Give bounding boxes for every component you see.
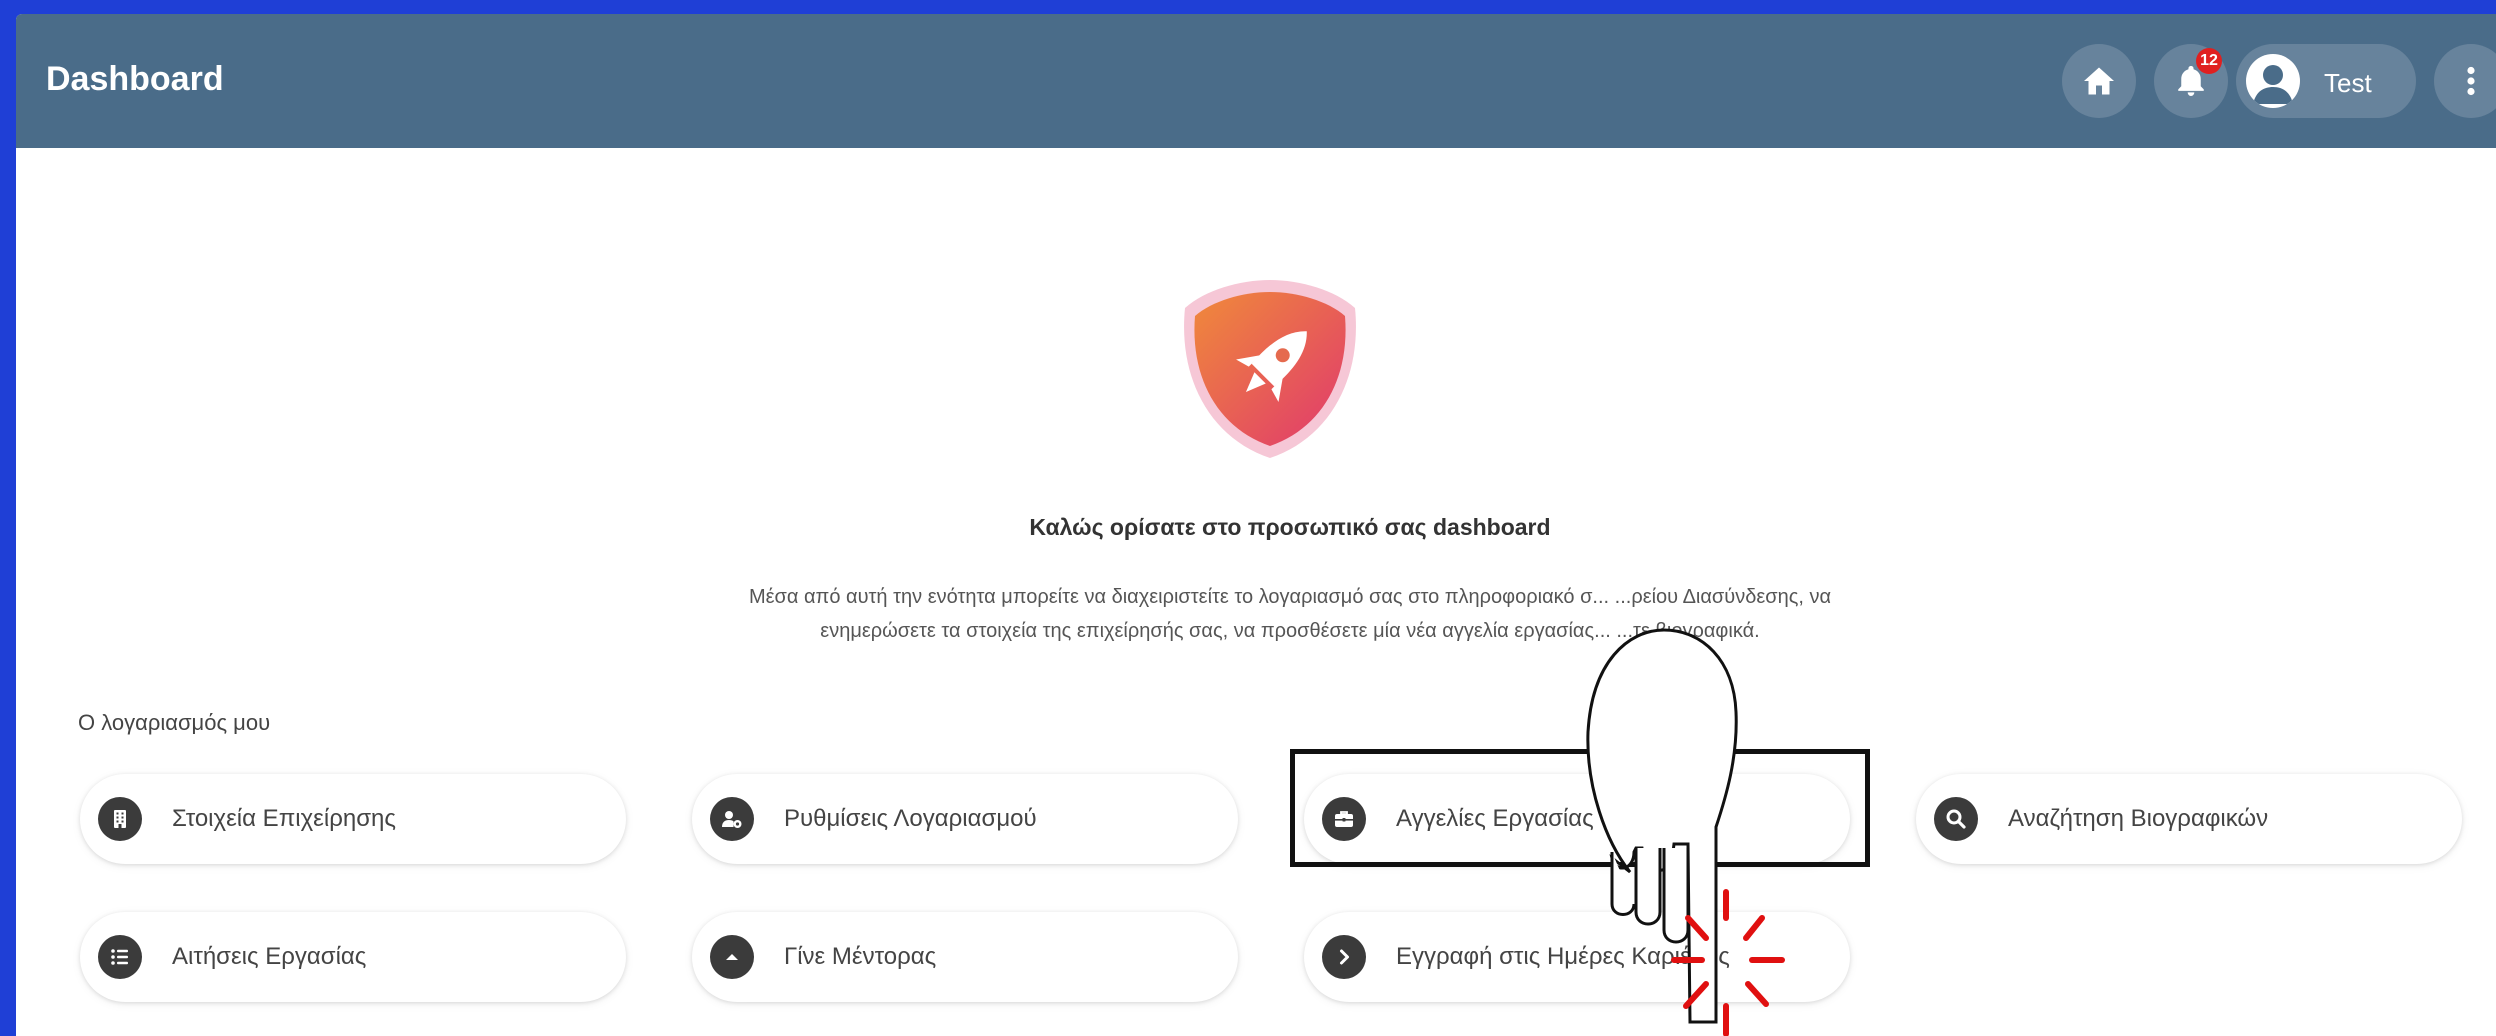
list-icon	[111, 949, 128, 965]
user-icon	[2253, 65, 2293, 104]
welcome-title: Καλώς ορίσατε στο προσωπικό σας dashboar…	[1029, 514, 1551, 540]
user-gear-icon	[722, 811, 742, 828]
tile-label: Γίνε Μέντορας	[784, 943, 937, 970]
chevron-up-icon	[726, 954, 738, 960]
page-title: Dashboard	[46, 60, 224, 98]
home-icon	[2084, 67, 2114, 95]
section-label-my-account: Ο λογαριασμός μου	[78, 710, 271, 735]
chevron-right-icon	[1340, 949, 1349, 965]
notifications-button[interactable]: 12	[2154, 44, 2228, 118]
dashboard-content: Καλώς ορίσατε στο προσωπικό σας dashboar…	[16, 148, 2496, 1036]
notification-badge: 12	[2196, 48, 2222, 74]
tile-business-details[interactable]: Στοιχεία Επιχείρησης	[80, 774, 626, 864]
tile-become-mentor[interactable]: Γίνε Μέντορας	[692, 912, 1238, 1002]
avatar	[2246, 54, 2300, 108]
building-icon	[114, 810, 126, 828]
vertical-dots-icon	[2467, 66, 2475, 96]
tile-label: Αναζήτηση Βιογραφικών	[2008, 805, 2269, 832]
tile-label: Ρυθμίσεις Λογαριασμού	[784, 805, 1037, 832]
welcome-description: Μέσα από αυτή την ενότητα μπορείτε να δι…	[536, 580, 2044, 648]
click-burst-icon	[1671, 889, 1785, 1036]
rocket-shield-icon	[1184, 280, 1356, 458]
home-button[interactable]	[2062, 44, 2136, 118]
more-options-button[interactable]	[2434, 44, 2496, 118]
app-window: Dashboard 12 Test Καλώς ορίσατε στο προσ…	[16, 14, 2496, 1036]
tile-label: Στοιχεία Επιχείρησης	[172, 805, 396, 832]
user-name: Test	[2324, 68, 2372, 98]
header-bar: Dashboard 12 Test	[16, 14, 2496, 148]
tile-label: Αιτήσεις Εργασίας	[172, 943, 367, 970]
description-line-1: Μέσα από αυτή την ενότητα μπορείτε να δι…	[748, 586, 1832, 608]
tile-job-applications[interactable]: Αιτήσεις Εργασίας	[80, 912, 626, 1002]
user-menu-button[interactable]: Test	[2236, 44, 2416, 118]
tile-resume-search[interactable]: Αναζήτηση Βιογραφικών	[1916, 774, 2462, 864]
search-icon	[1946, 809, 1966, 829]
description-line-2: ενημερώσετε τα στοιχεία της επιχείρησής …	[820, 620, 1760, 642]
tile-account-settings[interactable]: Ρυθμίσεις Λογαριασμού	[692, 774, 1238, 864]
